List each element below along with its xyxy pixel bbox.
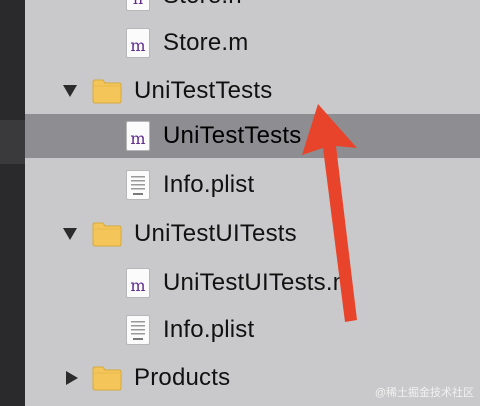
folder-label: UniTestTests (134, 77, 273, 104)
file-row-store-h[interactable]: h Store.h (25, 0, 480, 18)
h-file-icon: h (126, 0, 150, 11)
file-label: UniTestTests (163, 122, 302, 149)
file-glyph: m (130, 35, 146, 55)
plist-file-icon (126, 315, 150, 345)
file-label: Store.h (163, 0, 242, 10)
file-row-unitestuitests-m[interactable]: m UniTestUITests.m (25, 261, 480, 305)
m-file-icon: m (126, 121, 150, 151)
m-file-icon: m (126, 268, 150, 298)
m-file-icon: m (126, 28, 150, 58)
file-row-info-plist[interactable]: Info.plist (25, 308, 480, 352)
plist-file-icon (126, 170, 150, 200)
file-label: Info.plist (163, 171, 255, 198)
folder-row-unitestuitests[interactable]: UniTestUITests (25, 212, 480, 256)
folder-icon (92, 221, 122, 247)
file-row-store-m[interactable]: m Store.m (25, 21, 480, 65)
watermark-text: @稀土掘金技术社区 (374, 387, 474, 399)
disclosure-collapsed-icon[interactable] (64, 370, 80, 386)
folder-label: Products (134, 364, 231, 391)
folder-label: UniTestUITests (134, 220, 297, 247)
file-glyph: m (130, 275, 146, 295)
file-glyph: h (133, 0, 143, 8)
project-navigator: h Store.h m Store.m UniTestTests m UniTe… (25, 0, 480, 406)
file-glyph: m (130, 128, 146, 148)
disclosure-expanded-icon[interactable] (62, 226, 78, 242)
file-label: Info.plist (163, 316, 255, 343)
folder-row-unitesttests[interactable]: UniTestTests (25, 69, 480, 113)
file-row-unitesttests-m[interactable]: m UniTestTests (25, 114, 480, 158)
file-row-info-plist[interactable]: Info.plist (25, 163, 480, 207)
file-label: UniTestUITests.m (163, 269, 353, 296)
disclosure-expanded-icon[interactable] (62, 83, 78, 99)
folder-icon (92, 78, 122, 104)
gutter-highlight (0, 120, 25, 164)
folder-icon (92, 365, 122, 391)
file-label: Store.m (163, 29, 249, 56)
editor-gutter (0, 0, 25, 406)
